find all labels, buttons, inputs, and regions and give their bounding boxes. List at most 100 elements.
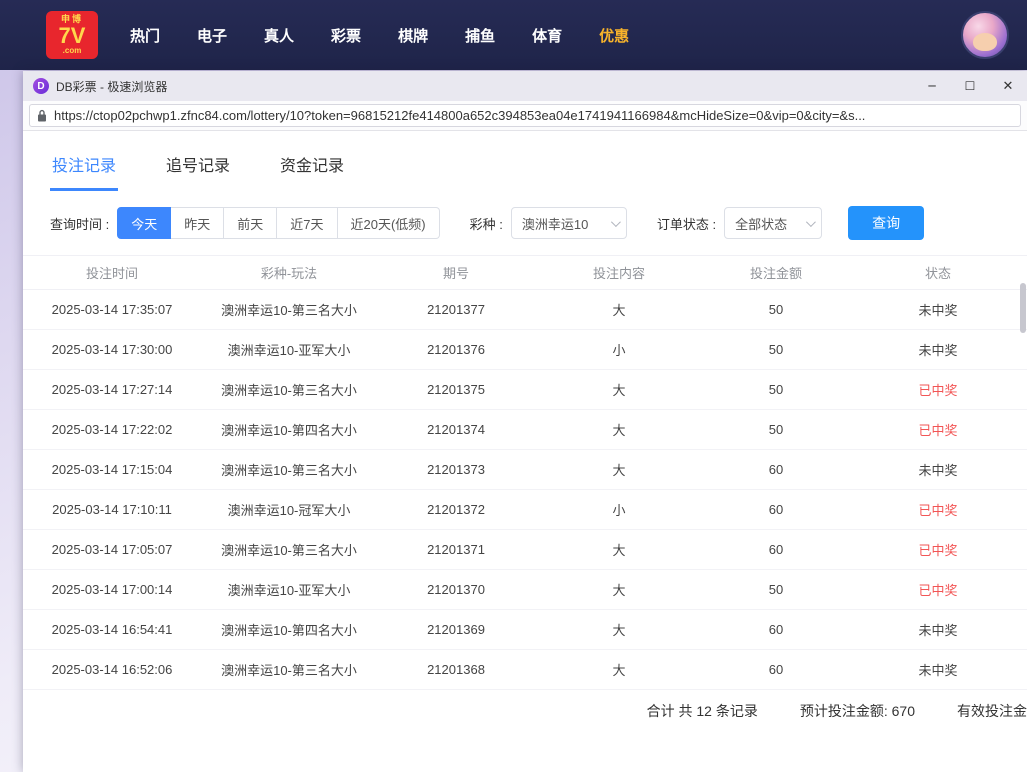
bet-amount: 50 bbox=[703, 330, 849, 370]
bet-status: 已中奖 bbox=[849, 370, 1027, 410]
minimize-button[interactable]: ─ bbox=[913, 71, 951, 101]
bet-game: 澳洲幸运10-第四名大小 bbox=[201, 410, 377, 450]
bet-amount: 50 bbox=[703, 570, 849, 610]
col-header-content: 投注内容 bbox=[535, 256, 703, 290]
table-row: 2025-03-14 17:15:04 澳洲幸运10-第三名大小 2120137… bbox=[23, 450, 1027, 490]
table-row: 2025-03-14 17:35:07 澳洲幸运10-第三名大小 2120137… bbox=[23, 290, 1027, 330]
main-nav: 热门 电子 真人 彩票 棋牌 捕鱼 体育 优惠 bbox=[130, 25, 629, 46]
bet-game: 澳洲幸运10-第四名大小 bbox=[201, 610, 377, 650]
bet-time: 2025-03-14 17:30:00 bbox=[23, 330, 201, 370]
bet-issue: 21201368 bbox=[377, 650, 535, 690]
close-button[interactable]: ✕ bbox=[989, 71, 1027, 101]
bet-status: 未中奖 bbox=[849, 450, 1027, 490]
site-logo[interactable]: 申博 7V .com bbox=[46, 11, 98, 59]
table-row: 2025-03-14 16:52:06 澳洲幸运10-第三名大小 2120136… bbox=[23, 650, 1027, 690]
chevron-down-icon bbox=[611, 217, 621, 227]
query-button[interactable]: 查询 bbox=[848, 206, 924, 240]
lottery-select[interactable]: 澳洲幸运10 bbox=[511, 207, 627, 239]
maximize-button[interactable]: ☐ bbox=[951, 71, 989, 101]
bet-content: 小 bbox=[535, 490, 703, 530]
bet-time: 2025-03-14 17:05:07 bbox=[23, 530, 201, 570]
time-filter-20days[interactable]: 近20天(低频) bbox=[338, 207, 440, 239]
logo-text-3: .com bbox=[63, 47, 82, 55]
window-title: DB彩票 - 极速浏览器 bbox=[56, 78, 167, 95]
bet-amount: 60 bbox=[703, 450, 849, 490]
bet-issue: 21201374 bbox=[377, 410, 535, 450]
table-row: 2025-03-14 16:54:41 澳洲幸运10-第四名大小 2120136… bbox=[23, 610, 1027, 650]
bet-status: 已中奖 bbox=[849, 490, 1027, 530]
nav-item-promo[interactable]: 优惠 bbox=[599, 25, 629, 46]
summary-footer: 合计 共 12 条记录 预计投注金额: 670 有效投注金额 bbox=[23, 690, 1027, 732]
page-content: 投注记录 追号记录 资金记录 查询时间 : 今天 昨天 前天 近7天 近20天(… bbox=[23, 131, 1027, 772]
order-status-value: 全部状态 bbox=[735, 214, 797, 233]
casino-top-bar: 申博 7V .com 热门 电子 真人 彩票 棋牌 捕鱼 体育 优惠 bbox=[0, 0, 1027, 70]
table-row: 2025-03-14 17:00:14 澳洲幸运10-亚军大小 21201370… bbox=[23, 570, 1027, 610]
window-title-bar[interactable]: D DB彩票 - 极速浏览器 ─ ☐ ✕ bbox=[23, 71, 1027, 101]
bet-content: 大 bbox=[535, 410, 703, 450]
bet-content: 小 bbox=[535, 330, 703, 370]
bet-time: 2025-03-14 16:54:41 bbox=[23, 610, 201, 650]
bet-game: 澳洲幸运10-亚军大小 bbox=[201, 570, 377, 610]
bet-content: 大 bbox=[535, 570, 703, 610]
bet-issue: 21201376 bbox=[377, 330, 535, 370]
bet-amount: 60 bbox=[703, 650, 849, 690]
user-avatar[interactable] bbox=[961, 11, 1009, 59]
bet-issue: 21201373 bbox=[377, 450, 535, 490]
time-filter-daybefore[interactable]: 前天 bbox=[224, 207, 277, 239]
nav-item-slots[interactable]: 电子 bbox=[197, 25, 227, 46]
bet-status: 未中奖 bbox=[849, 330, 1027, 370]
bet-amount: 60 bbox=[703, 530, 849, 570]
nav-item-lottery[interactable]: 彩票 bbox=[331, 25, 361, 46]
time-filter-label: 查询时间 : bbox=[50, 214, 109, 233]
bet-issue: 21201370 bbox=[377, 570, 535, 610]
bet-game: 澳洲幸运10-第三名大小 bbox=[201, 450, 377, 490]
bet-game: 澳洲幸运10-亚军大小 bbox=[201, 330, 377, 370]
table-row: 2025-03-14 17:30:00 澳洲幸运10-亚军大小 21201376… bbox=[23, 330, 1027, 370]
bet-issue: 21201371 bbox=[377, 530, 535, 570]
table-row: 2025-03-14 17:22:02 澳洲幸运10-第四名大小 2120137… bbox=[23, 410, 1027, 450]
bet-time: 2025-03-14 17:10:11 bbox=[23, 490, 201, 530]
tab-fund-records[interactable]: 资金记录 bbox=[278, 134, 346, 191]
nav-item-fishing[interactable]: 捕鱼 bbox=[465, 25, 495, 46]
col-header-status: 状态 bbox=[849, 256, 1027, 290]
logo-text-2: 7V bbox=[59, 25, 86, 47]
time-filter-7days[interactable]: 近7天 bbox=[277, 207, 337, 239]
url-text: https://ctop02pchwp1.zfnc84.com/lottery/… bbox=[54, 108, 865, 123]
bet-time: 2025-03-14 17:27:14 bbox=[23, 370, 201, 410]
nav-item-hot[interactable]: 热门 bbox=[130, 25, 160, 46]
scrollbar-thumb[interactable] bbox=[1020, 283, 1026, 333]
bet-content: 大 bbox=[535, 450, 703, 490]
time-filter-yesterday[interactable]: 昨天 bbox=[171, 207, 224, 239]
url-input[interactable]: https://ctop02pchwp1.zfnc84.com/lottery/… bbox=[29, 104, 1021, 127]
bet-amount: 50 bbox=[703, 290, 849, 330]
bet-game: 澳洲幸运10-第三名大小 bbox=[201, 290, 377, 330]
bet-time: 2025-03-14 17:22:02 bbox=[23, 410, 201, 450]
lottery-select-value: 澳洲幸运10 bbox=[522, 214, 602, 233]
order-status-select[interactable]: 全部状态 bbox=[724, 207, 822, 239]
bet-game: 澳洲幸运10-第三名大小 bbox=[201, 530, 377, 570]
table-row: 2025-03-14 17:27:14 澳洲幸运10-第三名大小 2120137… bbox=[23, 370, 1027, 410]
bet-time: 2025-03-14 17:15:04 bbox=[23, 450, 201, 490]
record-tabs: 投注记录 追号记录 资金记录 bbox=[23, 131, 1027, 193]
bet-content: 大 bbox=[535, 370, 703, 410]
bet-status: 未中奖 bbox=[849, 610, 1027, 650]
record-count: 合计 共 12 条记录 bbox=[647, 701, 758, 721]
bet-amount: 50 bbox=[703, 410, 849, 450]
tab-bet-records[interactable]: 投注记录 bbox=[50, 134, 118, 191]
bet-records-table: 投注时间 彩种-玩法 期号 投注内容 投注金额 状态 2025-03-14 17… bbox=[23, 255, 1027, 690]
status-filter-label: 订单状态 : bbox=[657, 214, 716, 233]
valid-amount: 有效投注金额 bbox=[957, 701, 1027, 721]
filter-bar: 查询时间 : 今天 昨天 前天 近7天 近20天(低频) 彩种 : 澳洲幸运10… bbox=[23, 205, 1027, 241]
nav-item-live[interactable]: 真人 bbox=[264, 25, 294, 46]
nav-item-cards[interactable]: 棋牌 bbox=[398, 25, 428, 46]
bet-time: 2025-03-14 17:00:14 bbox=[23, 570, 201, 610]
nav-item-sports[interactable]: 体育 bbox=[532, 25, 562, 46]
window-controls: ─ ☐ ✕ bbox=[913, 71, 1027, 101]
col-header-time: 投注时间 bbox=[23, 256, 201, 290]
bet-status: 已中奖 bbox=[849, 530, 1027, 570]
bet-status: 已中奖 bbox=[849, 410, 1027, 450]
tab-chase-records[interactable]: 追号记录 bbox=[164, 134, 232, 191]
time-filter-today[interactable]: 今天 bbox=[117, 207, 171, 239]
col-header-game: 彩种-玩法 bbox=[201, 256, 377, 290]
bet-time: 2025-03-14 17:35:07 bbox=[23, 290, 201, 330]
